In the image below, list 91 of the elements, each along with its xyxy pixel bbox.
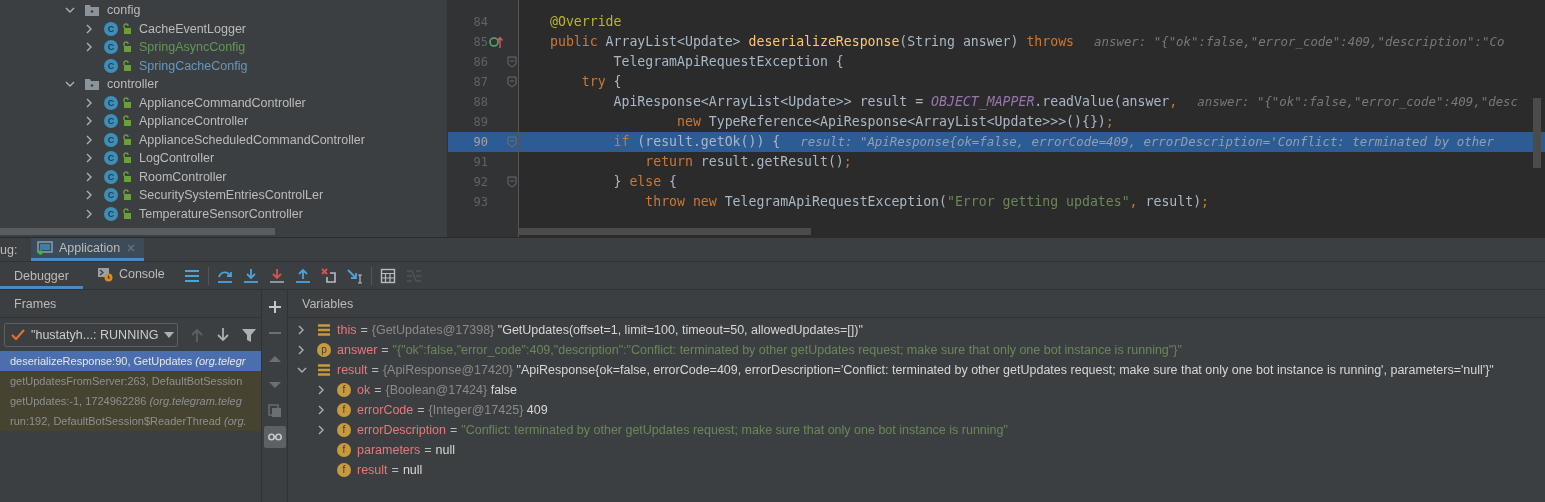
tree-item[interactable]: ApplianceController <box>137 114 249 129</box>
lock-icon <box>122 96 132 109</box>
tree-item[interactable]: ApplianceScheduledCommandController <box>137 132 365 147</box>
field-icon: f <box>337 443 351 457</box>
tree-item[interactable]: SecuritySystemEntriesControlLer <box>137 188 324 203</box>
lock-icon <box>122 189 132 202</box>
variable-entry[interactable]: parameters = null <box>357 443 455 457</box>
tree-item[interactable]: RoomController <box>137 169 227 184</box>
class-icon: C <box>104 114 118 129</box>
code-line: throw new TelegramApiRequestException("Error getting updates", result); <box>644 193 1211 211</box>
fold-marker-icon[interactable] <box>507 56 517 68</box>
filter-icon[interactable] <box>242 328 256 342</box>
class-icon: C <box>104 21 118 36</box>
code-line: public ArrayList<Update> deserializeResponse(String answer) throws answer: "{"ok":false,"error_code":409,"description":"Co <box>549 33 1506 51</box>
code-line: try { <box>580 73 623 91</box>
code-line: ApiResponse<ArrayList<Update>> result = OBJECT_MAPPER.readValue(answer, answer: "{"ok":false,"error_code":409,"desc <box>612 93 1520 112</box>
variable-entry[interactable]: this = {GetUpdates@17398} "GetUpdates(offset=1, limit=100, timeout=50, allowedUpdates=[])" <box>337 323 863 337</box>
folder-icon <box>84 77 100 92</box>
class-icon: C <box>104 40 118 55</box>
code-line: TelegramApiRequestException { <box>612 53 845 71</box>
lock-icon <box>122 41 132 54</box>
scrollbar[interactable] <box>1533 98 1541 168</box>
variable-entry[interactable]: result = {ApiResponse@17420} "ApiResponse{ok=false, errorCode=409, errorDescription='Conflict: terminated by other getUpdates request; make sure that only one bot instance is running', parameters='null'}" <box>337 363 1494 377</box>
lock-icon <box>122 133 132 146</box>
class-icon: C <box>104 95 118 110</box>
lines-icon[interactable] <box>183 267 200 284</box>
up-arrow-icon[interactable] <box>294 267 311 284</box>
tree-item[interactable]: CacheEventLogger <box>137 21 247 36</box>
parameter-icon: p <box>317 343 331 357</box>
debugger-tab[interactable]: Console <box>82 262 179 289</box>
fold-marker-icon[interactable] <box>507 76 517 88</box>
tree-item[interactable]: SpringAsyncConfig <box>137 40 246 55</box>
code-line: return result.getResult(); <box>644 153 853 171</box>
variable-entry[interactable]: errorCode = {Integer@17425} 409 <box>357 403 548 417</box>
window-icon <box>37 241 53 255</box>
tree-item[interactable]: LogController <box>137 151 215 166</box>
field-icon: f <box>337 403 351 417</box>
class-icon: C <box>104 58 118 73</box>
debug-tab[interactable]: Application <box>31 238 145 261</box>
console-icon <box>96 266 113 282</box>
calculator-icon[interactable] <box>379 267 396 284</box>
down-arrow-icon[interactable] <box>268 267 285 284</box>
tree-item[interactable]: config <box>105 3 141 18</box>
class-icon: C <box>104 206 118 221</box>
caret-icon <box>164 332 175 338</box>
folder-icon <box>84 3 100 18</box>
variable-entry[interactable]: ok = {Boolean@17424} false <box>357 383 518 397</box>
tree-item[interactable]: SpringCacheConfig <box>137 58 248 73</box>
tree-item[interactable]: ApplianceCommandController <box>137 95 306 110</box>
variable-entry[interactable]: answer = "{"ok":false,"error_code":409,"description":"Conflict: terminated by other getUpdates request; make sure that only one bot instance is running"}" <box>337 343 1182 357</box>
variable-entry[interactable]: errorDescription = "Conflict: terminated by other getUpdates request; make sure that only one bot instance is running" <box>357 423 1008 437</box>
thread-dropdown[interactable]: "hustatyh...: RUNNING <box>4 323 178 347</box>
arrow-cursor-icon[interactable] <box>346 267 363 284</box>
class-icon: C <box>104 188 118 203</box>
panel-title: Frames <box>14 296 57 311</box>
lock-icon <box>122 22 132 35</box>
lock-icon <box>122 59 132 72</box>
down-arrow-icon[interactable] <box>242 267 259 284</box>
code-line: @Override <box>549 13 623 31</box>
lock-icon <box>122 207 132 220</box>
plus-icon[interactable] <box>267 300 282 314</box>
field-icon: f <box>337 463 351 477</box>
frame-item[interactable]: run:192, DefaultBotSession$ReaderThread (org. <box>0 411 261 431</box>
down-arrow-icon[interactable] <box>216 328 230 342</box>
lock-icon <box>122 170 132 183</box>
frame-item[interactable]: getUpdates:-1, 1724962286 (org.telegram.teleg <box>0 391 261 411</box>
check-icon <box>11 328 25 342</box>
fold-marker-icon[interactable] <box>507 136 517 148</box>
fold-marker-icon[interactable] <box>507 176 517 188</box>
cross-frame-icon[interactable] <box>320 267 337 284</box>
frame-item[interactable]: deserializeResponse:90, GetUpdates (org.telegr <box>0 351 261 371</box>
lock-icon <box>122 152 132 165</box>
field-icon: f <box>337 383 351 397</box>
panel-label: ug: <box>0 241 19 259</box>
debugger-tab[interactable]: Debugger <box>0 262 83 289</box>
field-icon: f <box>337 423 351 437</box>
variable-entry[interactable]: result = null <box>357 463 423 477</box>
override-marker-icon <box>489 35 505 49</box>
code-line: new TypeReference<ApiResponse<ArrayList<Update>>>(){}); <box>676 113 1115 131</box>
class-icon: C <box>104 132 118 147</box>
line-number: 90 <box>472 135 488 149</box>
frame-item[interactable]: getUpdatesFromServer:263, DefaultBotSession <box>0 371 261 391</box>
tree-item[interactable]: TemperatureSensorController <box>137 206 303 221</box>
scrollbar[interactable] <box>0 228 275 235</box>
lock-icon <box>122 115 132 128</box>
code-line: } else { <box>612 173 679 191</box>
tree-item[interactable]: controller <box>105 77 159 92</box>
scrollbar[interactable] <box>519 228 811 235</box>
class-icon: C <box>104 169 118 184</box>
class-icon: C <box>104 151 118 166</box>
panel-title: Variables <box>302 296 354 311</box>
